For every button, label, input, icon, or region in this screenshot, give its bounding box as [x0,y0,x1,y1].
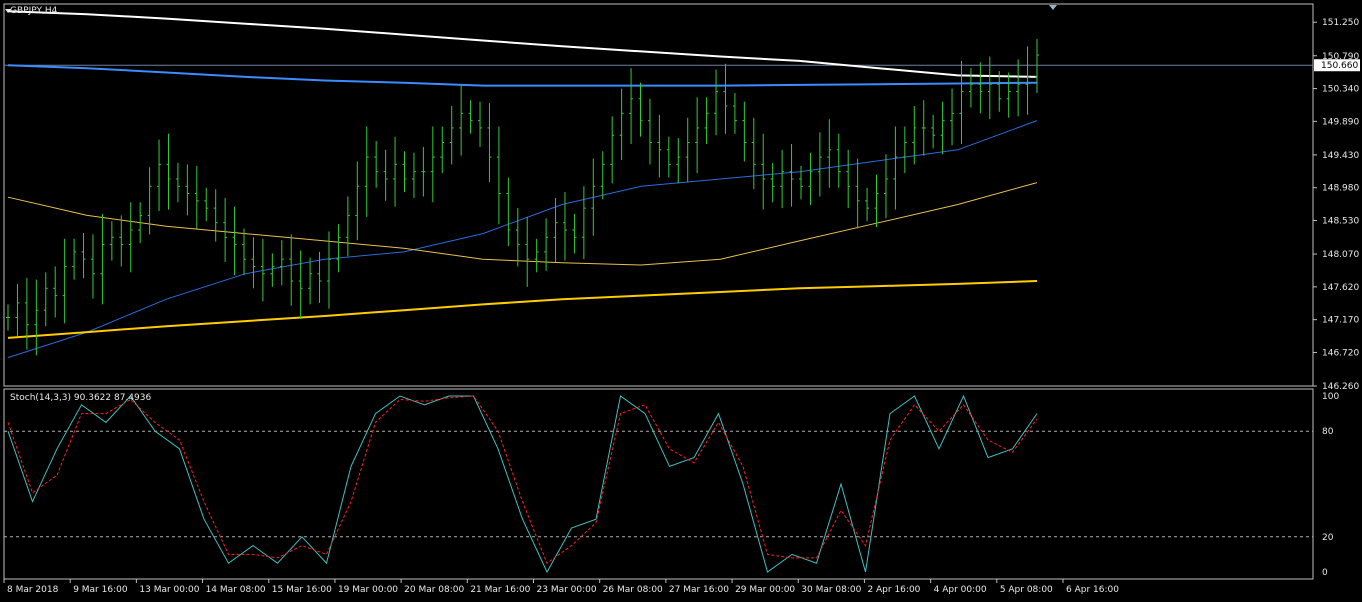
chart-root: 151.250150.790150.340149.890149.430148.9… [0,0,1362,602]
price-tick-label: 148.980 [1322,184,1359,194]
price-tick-label: 147.170 [1322,316,1359,326]
background [0,0,1362,602]
current-price-label: 150.660 [1321,61,1358,71]
price-tick-label: 146.260 [1322,382,1359,392]
time-tick-label: 30 Mar 08:00 [801,585,861,595]
stochastic-tick-label: 80 [1322,427,1334,437]
stochastic-tick-label: 100 [1322,392,1339,402]
time-tick-label: 8 Mar 2018 [7,585,59,595]
price-tick-label: 151.250 [1322,18,1359,28]
price-tick-label: 148.070 [1322,250,1359,260]
price-tick-label: 149.430 [1322,151,1359,161]
time-tick-label: 14 Mar 08:00 [206,585,266,595]
time-tick-label: 9 Mar 16:00 [73,585,128,595]
stochastic-tick-label: 0 [1322,568,1328,578]
time-tick-label: 26 Mar 08:00 [603,585,663,595]
time-tick-label: 4 Apr 00:00 [934,585,987,595]
time-tick-label: 5 Apr 08:00 [1000,585,1053,595]
chart-title: GBPJPY,H4 [10,6,58,16]
price-tick-label: 149.890 [1322,117,1359,127]
time-tick-label: 2 Apr 16:00 [867,585,920,595]
stochastic-title: Stoch(14,3,3) 90.3622 87.4936 [10,393,151,403]
time-tick-label: 23 Mar 00:00 [537,585,597,595]
price-tick-label: 150.340 [1322,85,1359,95]
time-tick-label: 29 Mar 00:00 [735,585,795,595]
price-tick-label: 146.720 [1322,348,1359,358]
time-tick-label: 27 Mar 16:00 [669,585,729,595]
price-tick-label: 148.530 [1322,217,1359,227]
time-tick-label: 6 Apr 16:00 [1066,585,1119,595]
time-tick-label: 20 Mar 08:00 [404,585,464,595]
time-tick-label: 21 Mar 16:00 [470,585,530,595]
stochastic-tick-label: 20 [1322,533,1334,543]
time-tick-label: 13 Mar 00:00 [139,585,199,595]
price-tick-label: 147.620 [1322,283,1359,293]
time-tick-label: 19 Mar 00:00 [338,585,398,595]
time-tick-label: 15 Mar 16:00 [272,585,332,595]
